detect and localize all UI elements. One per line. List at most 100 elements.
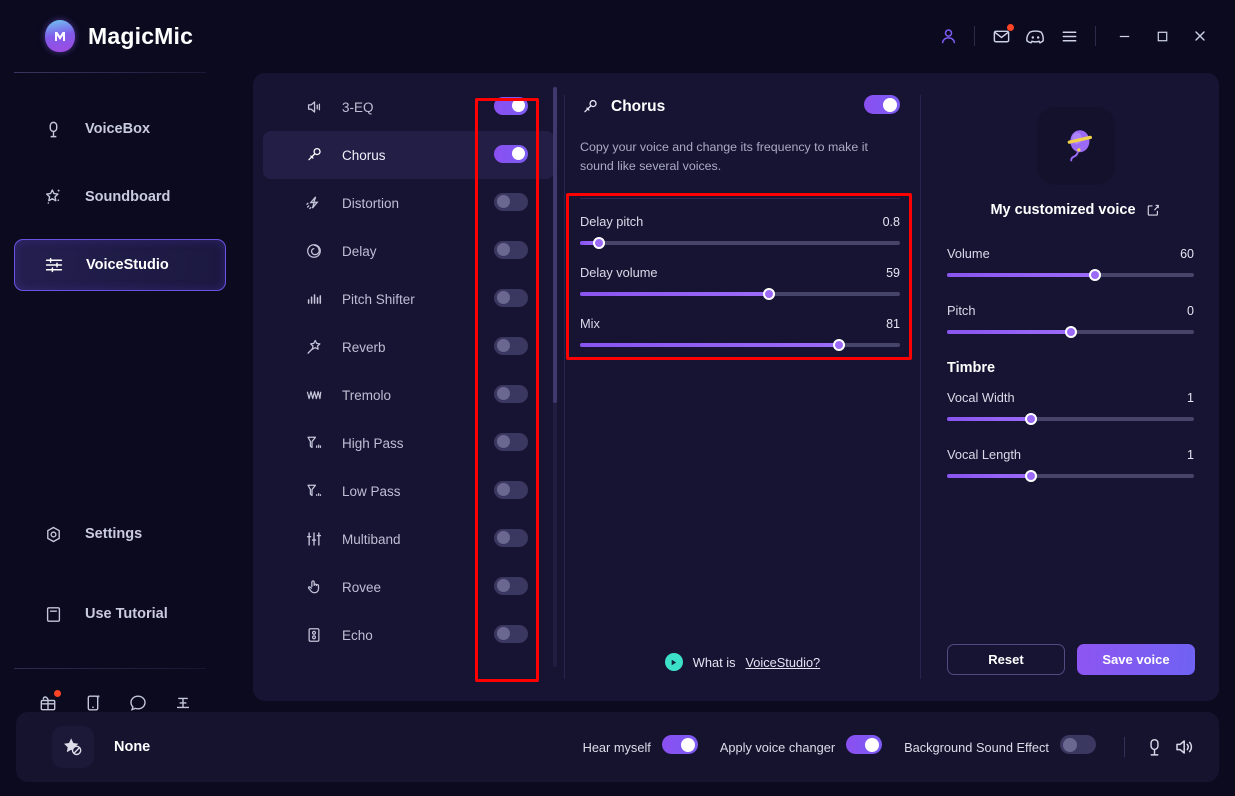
param-label: Mix bbox=[580, 316, 600, 332]
param-value: 1 bbox=[1187, 448, 1194, 462]
effect-toggle-echo[interactable] bbox=[494, 624, 528, 646]
current-voice-label: None bbox=[114, 739, 151, 755]
param-vocal-width: Vocal Width 1 bbox=[947, 390, 1194, 425]
magnifier-mic-icon bbox=[303, 144, 325, 166]
effects-scrollbar[interactable] bbox=[553, 87, 557, 667]
current-voice-chip[interactable]: None bbox=[52, 726, 150, 768]
voicestudio-link[interactable]: VoiceStudio? bbox=[745, 655, 820, 670]
account-icon[interactable] bbox=[931, 19, 965, 53]
sidebar-item-label: VoiceBox bbox=[85, 121, 151, 137]
effect-row-delay[interactable]: Delay bbox=[263, 227, 554, 275]
voice-params: Volume 60 Pitch 0 Timbre Vocal Width 1 V… bbox=[947, 246, 1194, 482]
what-is-voicestudio[interactable]: What is VoiceStudio? bbox=[565, 653, 920, 671]
slider-fill bbox=[947, 330, 1071, 334]
effect-toggle-pitch-shifter[interactable] bbox=[494, 288, 528, 310]
sidebar-divider-top bbox=[14, 72, 206, 73]
apply-voice-changer-control[interactable]: Apply voice changer bbox=[719, 735, 883, 759]
effect-row-chorus[interactable]: Chorus bbox=[263, 131, 554, 179]
save-voice-button[interactable]: Save voice bbox=[1077, 644, 1195, 675]
effect-toggle-multiband[interactable] bbox=[494, 528, 528, 550]
effect-row-echo[interactable]: Echo bbox=[263, 611, 554, 659]
effect-row-distortion[interactable]: Distortion bbox=[263, 179, 554, 227]
balloon-voice-avatar-icon bbox=[1036, 107, 1115, 185]
effect-row-rovee[interactable]: Rovee bbox=[263, 563, 554, 611]
param-slider-vocal-length[interactable] bbox=[947, 470, 1194, 482]
maximize-button[interactable] bbox=[1143, 19, 1181, 53]
slider-thumb[interactable] bbox=[1024, 413, 1037, 425]
slider-fill bbox=[580, 343, 840, 348]
effect-row-multiband[interactable]: Multiband bbox=[263, 515, 554, 563]
param-slider-pitch[interactable] bbox=[947, 326, 1194, 338]
speaker-icon bbox=[303, 96, 325, 118]
speaker-volume-icon[interactable] bbox=[1169, 732, 1199, 762]
slider-thumb[interactable] bbox=[1089, 269, 1102, 281]
effect-toggle-chorus[interactable] bbox=[494, 144, 528, 166]
menu-icon[interactable] bbox=[1052, 19, 1086, 53]
background-sound-effect-control[interactable]: Background Sound Effect bbox=[904, 735, 1096, 759]
effect-detail-toggle[interactable] bbox=[864, 95, 900, 119]
param-value: 0 bbox=[1187, 304, 1194, 318]
edit-square-icon[interactable] bbox=[1146, 203, 1161, 218]
spiral-icon bbox=[303, 240, 325, 262]
microphone-icon[interactable] bbox=[1139, 732, 1169, 762]
hear-myself-control[interactable]: Hear myself bbox=[583, 735, 698, 759]
timbre-section-title: Timbre bbox=[947, 360, 996, 376]
param-vocal-length: Vocal Length 1 bbox=[947, 447, 1194, 482]
sidebar-item-soundboard[interactable]: Soundboard bbox=[14, 171, 226, 223]
effect-toggle-tremolo[interactable] bbox=[494, 384, 528, 406]
close-button[interactable] bbox=[1181, 19, 1219, 53]
play-circle-icon bbox=[664, 653, 683, 671]
effect-row-high-pass[interactable]: High Pass bbox=[263, 419, 554, 467]
apply-voice-changer-label: Apply voice changer bbox=[719, 739, 836, 755]
effect-row-3-eq[interactable]: 3-EQ bbox=[263, 83, 554, 131]
discord-icon[interactable] bbox=[1018, 19, 1052, 53]
effects-scrollbar-thumb[interactable] bbox=[553, 87, 557, 403]
titlebar-divider-1 bbox=[974, 26, 975, 46]
book-icon bbox=[42, 603, 64, 625]
effect-row-low-pass[interactable]: Low Pass bbox=[263, 467, 554, 515]
apply-voice-changer-toggle[interactable] bbox=[846, 735, 883, 759]
effect-row-reverb[interactable]: Reverb bbox=[263, 323, 554, 371]
minimize-button[interactable] bbox=[1105, 19, 1143, 53]
param-slider-mix[interactable] bbox=[580, 339, 900, 352]
multiband-icon bbox=[303, 528, 325, 550]
sidebar-item-voicebox[interactable]: VoiceBox bbox=[14, 103, 226, 155]
slider-thumb[interactable] bbox=[1064, 326, 1077, 338]
slider-thumb[interactable] bbox=[833, 339, 846, 352]
effect-row-tremolo[interactable]: Tremolo bbox=[263, 371, 554, 419]
param-delay-volume: Delay volume 59 bbox=[580, 265, 900, 301]
slider-thumb[interactable] bbox=[1024, 470, 1037, 482]
magnifier-mic-icon bbox=[580, 97, 600, 117]
slider-thumb[interactable] bbox=[762, 288, 775, 301]
mail-icon[interactable] bbox=[984, 19, 1018, 53]
hear-myself-toggle[interactable] bbox=[661, 735, 698, 759]
effect-toggle-3-eq[interactable] bbox=[494, 96, 528, 118]
titlebar: MagicMic bbox=[0, 0, 1235, 72]
reset-button[interactable]: Reset bbox=[947, 644, 1065, 675]
param-slider-volume[interactable] bbox=[947, 269, 1194, 281]
sidebar-item-settings[interactable]: Settings bbox=[14, 508, 226, 560]
titlebar-divider-2 bbox=[1095, 26, 1096, 46]
background-sound-effect-label: Background Sound Effect bbox=[904, 739, 1049, 755]
effect-toggle-low-pass[interactable] bbox=[494, 480, 528, 502]
background-sound-effect-toggle[interactable] bbox=[1060, 735, 1096, 759]
effect-toggle-delay[interactable] bbox=[494, 240, 528, 262]
sidebar-item-voicestudio[interactable]: VoiceStudio bbox=[14, 239, 226, 291]
effect-toggle-rovee[interactable] bbox=[494, 576, 528, 598]
sidebar-item-use-tutorial[interactable]: Use Tutorial bbox=[14, 588, 226, 640]
sidebar-item-label: Soundboard bbox=[85, 189, 171, 205]
param-slider-delay-volume[interactable] bbox=[580, 288, 900, 301]
sparkle-star-icon bbox=[42, 186, 64, 208]
param-slider-vocal-width[interactable] bbox=[947, 413, 1194, 425]
effect-row-pitch-shifter[interactable]: Pitch Shifter bbox=[263, 275, 554, 323]
slider-thumb[interactable] bbox=[593, 237, 606, 250]
gear-icon bbox=[42, 523, 64, 545]
effect-toggle-reverb[interactable] bbox=[494, 336, 528, 358]
effect-toggle-high-pass[interactable] bbox=[494, 432, 528, 454]
effect-toggle-distortion[interactable] bbox=[494, 192, 528, 214]
param-slider-delay-pitch[interactable] bbox=[580, 237, 900, 250]
hear-myself-label: Hear myself bbox=[582, 739, 651, 755]
effects-list: 3-EQ Chorus Distortion Delay Pitch Shift… bbox=[253, 73, 564, 701]
waveform-w-icon bbox=[303, 384, 325, 406]
effects-scroll-area[interactable]: 3-EQ Chorus Distortion Delay Pitch Shift… bbox=[253, 83, 564, 690]
